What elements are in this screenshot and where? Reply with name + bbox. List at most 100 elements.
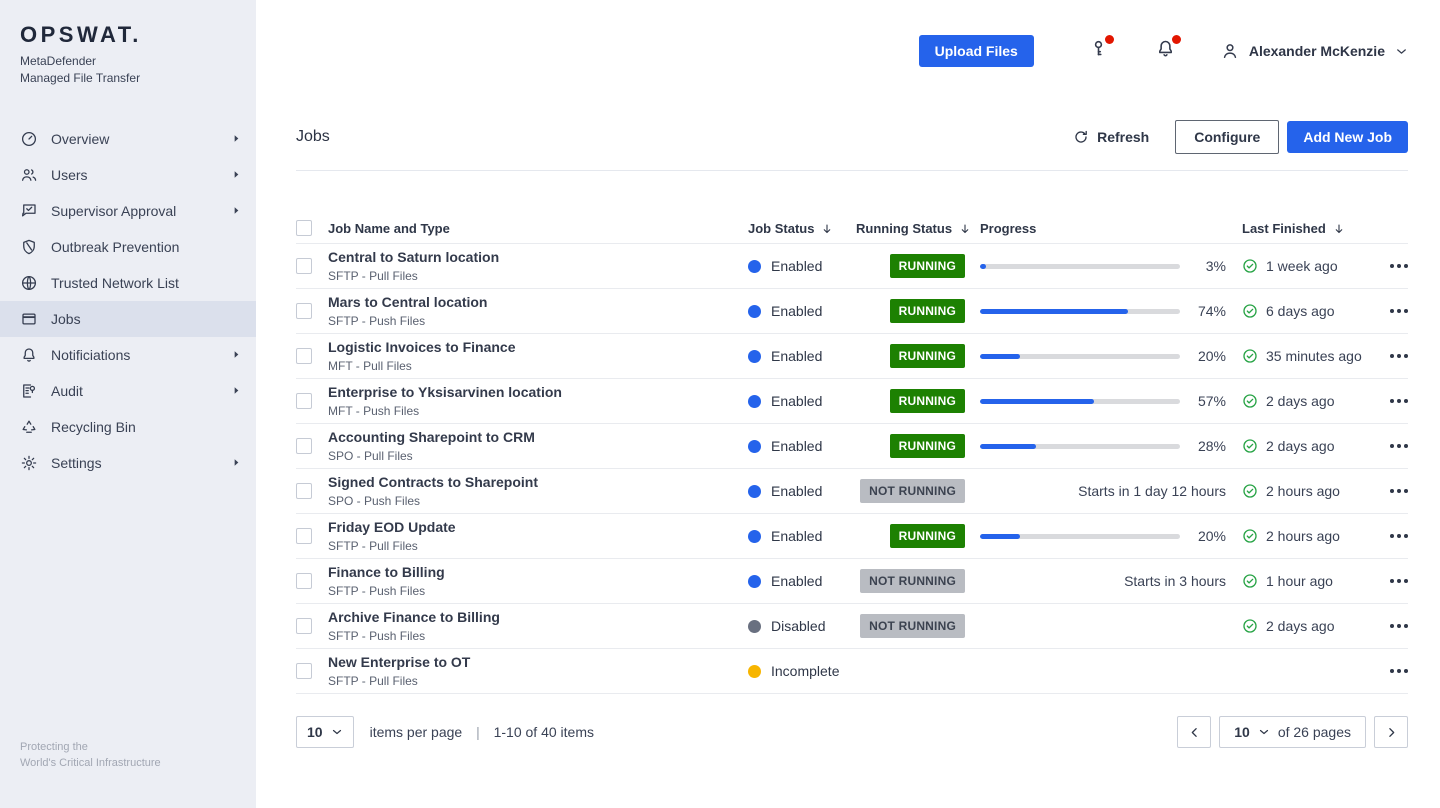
tagline-line1: Protecting the (20, 741, 88, 754)
table-header: Job Name and Type Job Status Running Sta… (296, 213, 1408, 244)
row-checkbox[interactable] (296, 483, 312, 499)
add-new-job-button[interactable]: Add New Job (1287, 121, 1408, 153)
job-status-label: Enabled (771, 258, 823, 274)
job-name: Accounting Sharepoint to CRM (328, 429, 535, 446)
upload-files-button[interactable]: Upload Files (918, 35, 1034, 67)
table-row[interactable]: Mars to Central location SFTP - Push File… (296, 289, 1408, 334)
row-menu-button[interactable] (1390, 395, 1408, 407)
row-checkbox[interactable] (296, 618, 312, 634)
column-progress: Progress (980, 220, 1037, 236)
row-checkbox[interactable] (296, 258, 312, 274)
chevron-right-icon (231, 169, 242, 180)
running-status-badge: NOT RUNNING (860, 479, 965, 503)
column-running-status[interactable]: Running Status (856, 221, 972, 236)
table-row[interactable]: Central to Saturn location SFTP - Pull Fi… (296, 244, 1408, 289)
running-status-badge: RUNNING (889, 254, 965, 278)
window-icon (20, 310, 38, 328)
sidebar-item-notifications[interactable]: Notificiations (0, 337, 256, 373)
table-row[interactable]: Friday EOD Update SFTP - Pull Files Enable… (296, 514, 1408, 559)
sidebar-item-audit[interactable]: Audit (0, 373, 256, 409)
row-menu-button[interactable] (1390, 665, 1408, 677)
chevron-down-icon (331, 726, 343, 738)
refresh-button[interactable]: Refresh (1073, 129, 1149, 145)
table-row[interactable]: New Enterprise to OT SFTP - Pull Files Inc… (296, 649, 1408, 694)
status-dot (748, 349, 761, 363)
row-checkbox[interactable] (296, 663, 312, 679)
sidebar-item-recycling-bin[interactable]: Recycling Bin (0, 409, 256, 445)
job-type: SFTP - Push Files (328, 313, 426, 328)
main-content: Upload Files Alexander McKenzie Jobs Ref… (256, 0, 1440, 808)
user-menu[interactable]: Alexander McKenzie (1220, 41, 1408, 61)
row-menu-button[interactable] (1390, 440, 1408, 452)
row-menu-button[interactable] (1390, 350, 1408, 362)
job-status-label: Enabled (771, 528, 823, 544)
table-row[interactable]: Enterprise to Yksisarvinen location MFT -… (296, 379, 1408, 424)
row-menu-button[interactable] (1390, 575, 1408, 587)
job-type: SFTP - Push Files (328, 583, 426, 598)
progress-percent: 20% (1197, 528, 1226, 544)
check-circle-icon (1242, 438, 1258, 454)
sidebar-item-outbreak-prevention[interactable]: Outbreak Prevention (0, 229, 256, 265)
progress-bar (980, 443, 1180, 449)
running-status-badge: RUNNING (889, 299, 965, 323)
license-key-button[interactable] (1088, 35, 1114, 64)
sidebar-item-overview[interactable]: Overview (0, 121, 256, 157)
prev-page-button[interactable] (1177, 716, 1212, 748)
job-type: SPO - Pull Files (328, 448, 413, 463)
table-row[interactable]: Accounting Sharepoint to CRM SPO - Pull F… (296, 424, 1408, 469)
row-checkbox[interactable] (296, 438, 312, 454)
row-checkbox[interactable] (296, 303, 312, 319)
sidebar-item-supervisor-approval[interactable]: Supervisor Approval (0, 193, 256, 229)
row-menu-button[interactable] (1390, 485, 1408, 497)
sidebar-item-users[interactable]: Users (0, 157, 256, 193)
column-last-finished[interactable]: Last Finished (1226, 221, 1372, 236)
progress-bar (980, 398, 1180, 404)
row-menu-button[interactable] (1390, 260, 1408, 272)
progress-bar (980, 533, 1180, 539)
running-status-badge: RUNNING (889, 389, 965, 413)
row-checkbox[interactable] (296, 528, 312, 544)
column-job-status[interactable]: Job Status (748, 221, 856, 236)
last-finished-label: 2 days ago (1266, 393, 1335, 409)
select-all-checkbox[interactable] (296, 220, 312, 236)
progress-percent: 28% (1197, 438, 1226, 454)
progress-percent: 20% (1197, 348, 1226, 364)
progress-percent: 74% (1197, 303, 1226, 319)
page-size-select[interactable]: 10 (296, 716, 354, 748)
row-checkbox[interactable] (296, 348, 312, 364)
sidebar-item-jobs[interactable]: Jobs (0, 300, 256, 337)
sidebar-item-label: Users (51, 166, 88, 183)
row-menu-button[interactable] (1390, 620, 1408, 632)
next-page-button[interactable] (1374, 716, 1408, 748)
table-row[interactable]: Logistic Invoices to Finance MFT - Pull F… (296, 334, 1408, 379)
sidebar-nav: Overview Users Supervisor Approval Outbr… (0, 121, 256, 481)
table-row[interactable]: Finance to Billing SFTP - Push Files Enabl… (296, 559, 1408, 604)
table-row[interactable]: Archive Finance to Billing SFTP - Push Fi… (296, 604, 1408, 649)
sidebar-item-trusted-network-list[interactable]: Trusted Network List (0, 265, 256, 301)
table-row[interactable]: Signed Contracts to Sharepoint SPO - Push… (296, 469, 1408, 514)
running-status-badge: NOT RUNNING (860, 614, 965, 638)
row-checkbox[interactable] (296, 393, 312, 409)
row-menu-button[interactable] (1390, 305, 1408, 317)
job-type: SFTP - Pull Files (328, 538, 418, 553)
running-status-badge: RUNNING (889, 434, 965, 458)
sidebar-item-settings[interactable]: Settings (0, 445, 256, 481)
page-title: Jobs (296, 128, 330, 145)
configure-button[interactable]: Configure (1175, 120, 1280, 154)
progress-percent: 3% (1205, 258, 1226, 274)
row-menu-button[interactable] (1390, 530, 1408, 542)
job-status-label: Enabled (771, 573, 823, 589)
audit-icon (20, 382, 38, 400)
recycle-icon (20, 418, 38, 436)
page-number-select[interactable]: 10 of 26 pages (1219, 716, 1366, 748)
row-checkbox[interactable] (296, 573, 312, 589)
chevron-right-icon (231, 349, 242, 360)
column-job-name[interactable]: Job Name and Type (328, 221, 748, 236)
job-type: SFTP - Pull Files (328, 673, 418, 688)
brand-tagline: Protecting the World's Critical Infrastr… (20, 740, 161, 772)
sidebar-item-label: Audit (51, 382, 83, 399)
brand-block: OPSWAT. MetaDefender Managed File Transf… (0, 0, 256, 87)
notifications-button[interactable] (1155, 35, 1181, 64)
job-status-label: Disabled (771, 618, 826, 634)
refresh-label: Refresh (1097, 129, 1150, 145)
